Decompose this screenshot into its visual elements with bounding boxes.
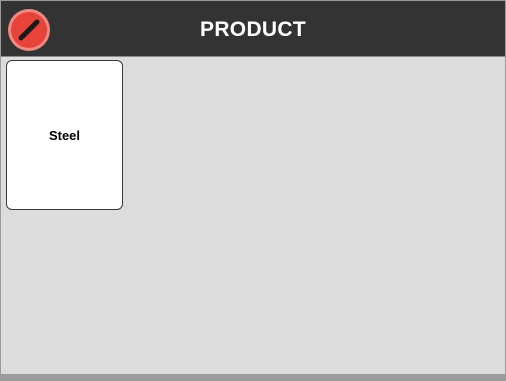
product-tile-steel[interactable]: Steel xyxy=(6,60,123,210)
page-title: PRODUCT xyxy=(200,18,306,41)
header-bar: PRODUCT xyxy=(1,1,505,56)
product-label: Steel xyxy=(48,127,81,143)
bottom-bar xyxy=(1,374,505,380)
product-window: PRODUCT Steel xyxy=(0,0,506,381)
product-grid: Steel xyxy=(1,57,505,374)
